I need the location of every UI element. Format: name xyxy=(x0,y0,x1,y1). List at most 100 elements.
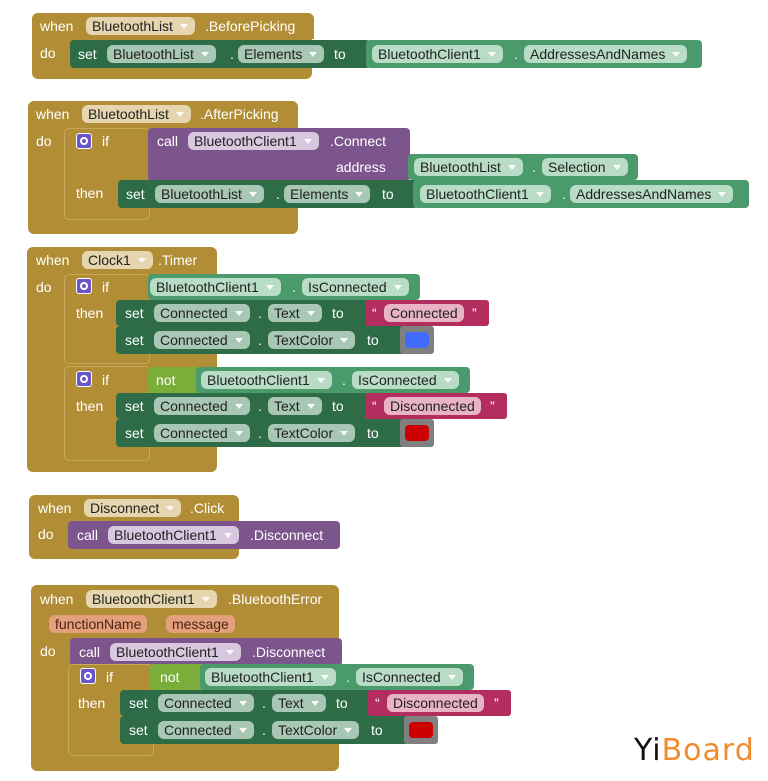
component-dropdown[interactable]: BluetoothClient1 xyxy=(110,643,241,661)
call-label: call xyxy=(77,527,99,543)
if-label: if xyxy=(102,133,109,149)
component-dropdown[interactable]: Clock1 xyxy=(82,251,153,269)
close-quote: ” xyxy=(494,695,499,711)
to-label: to xyxy=(336,695,348,711)
do-label: do xyxy=(40,643,56,659)
color-swatch-blue[interactable] xyxy=(405,332,429,348)
set-label: set xyxy=(126,186,145,202)
then-label: then xyxy=(76,305,104,321)
component-dropdown[interactable]: Connected xyxy=(154,424,250,442)
event-name: .AfterPicking xyxy=(200,106,279,122)
property-dropdown[interactable]: Selection xyxy=(542,158,628,176)
yiboard-logo: YiBoard xyxy=(634,733,755,768)
to-label: to xyxy=(334,46,346,62)
gear-icon[interactable] xyxy=(76,371,92,387)
close-quote: ” xyxy=(472,305,477,321)
property-dropdown[interactable]: TextColor xyxy=(268,424,356,442)
open-quote: “ xyxy=(375,695,380,711)
method-name: .Connect xyxy=(330,133,387,149)
component-dropdown[interactable]: BluetoothClient1 xyxy=(205,668,336,686)
do-label: do xyxy=(38,526,54,542)
property-dropdown[interactable]: IsConnected xyxy=(352,371,459,389)
set-label: set xyxy=(129,722,148,738)
component-dropdown[interactable]: BluetoothClient1 xyxy=(372,45,503,63)
component-dropdown[interactable]: BluetoothClient1 xyxy=(86,590,217,608)
component-dropdown[interactable]: Connected xyxy=(154,397,250,415)
when-label: when xyxy=(38,500,72,516)
property-dropdown[interactable]: Elements xyxy=(284,185,371,203)
do-label: do xyxy=(36,279,52,295)
gear-icon[interactable] xyxy=(76,278,92,294)
event-name: .BeforePicking xyxy=(205,18,296,34)
property-dropdown[interactable]: Text xyxy=(272,694,326,712)
property-dropdown[interactable]: IsConnected xyxy=(302,278,409,296)
method-name: .Disconnect xyxy=(252,644,326,660)
to-label: to xyxy=(332,305,344,321)
open-quote: “ xyxy=(372,305,377,321)
not-label: not xyxy=(156,372,176,388)
when-label: when xyxy=(36,252,70,268)
property-dropdown[interactable]: Text xyxy=(268,397,322,415)
color-swatch-red[interactable] xyxy=(409,722,433,738)
if-label: if xyxy=(106,669,113,685)
event-name: .Click xyxy=(190,500,225,516)
to-label: to xyxy=(382,186,394,202)
when-label: when xyxy=(36,106,70,122)
then-label: then xyxy=(76,185,104,201)
component-dropdown[interactable]: BluetoothClient1 xyxy=(188,132,319,150)
not-label: not xyxy=(160,669,180,685)
component-dropdown[interactable]: BluetoothClient1 xyxy=(201,371,332,389)
component-dropdown[interactable]: Connected xyxy=(154,304,250,322)
component-dropdown[interactable]: BluetoothClient1 xyxy=(420,185,551,203)
close-quote: ” xyxy=(490,398,495,414)
component-dropdown[interactable]: BluetoothList xyxy=(414,158,523,176)
set-label: set xyxy=(125,398,144,414)
set-label: set xyxy=(125,305,144,321)
property-dropdown[interactable]: IsConnected xyxy=(356,668,463,686)
param-functionname[interactable]: functionName xyxy=(49,615,148,633)
when-label: when xyxy=(40,18,74,34)
component-dropdown[interactable]: Connected xyxy=(154,331,250,349)
component-dropdown[interactable]: BluetoothList xyxy=(107,45,216,63)
event-name: .Timer xyxy=(158,252,198,268)
set-label: set xyxy=(125,425,144,441)
component-dropdown[interactable]: BluetoothList xyxy=(82,105,191,123)
component-dropdown[interactable]: BluetoothList xyxy=(86,17,195,35)
to-label: to xyxy=(367,332,379,348)
color-swatch-red[interactable] xyxy=(405,425,429,441)
logo-part-yi: Yi xyxy=(634,733,662,768)
property-dropdown[interactable]: TextColor xyxy=(268,331,356,349)
component-dropdown[interactable]: Disconnect xyxy=(84,499,182,517)
do-label: do xyxy=(40,45,56,61)
logo-part-board: Board xyxy=(661,733,755,768)
call-label: call xyxy=(157,133,179,149)
when-label: when xyxy=(40,591,74,607)
to-label: to xyxy=(371,722,383,738)
open-quote: “ xyxy=(372,398,377,414)
set-label: set xyxy=(78,46,97,62)
to-label: to xyxy=(332,398,344,414)
if-label: if xyxy=(102,372,109,388)
event-name: .BluetoothError xyxy=(228,591,323,607)
property-dropdown[interactable]: AddressesAndNames xyxy=(524,45,688,63)
param-message[interactable]: message xyxy=(166,615,235,633)
set-label: set xyxy=(129,695,148,711)
component-dropdown[interactable]: BluetoothClient1 xyxy=(108,526,239,544)
then-label: then xyxy=(76,398,104,414)
property-dropdown[interactable]: TextColor xyxy=(272,721,360,739)
to-label: to xyxy=(367,425,379,441)
property-dropdown[interactable]: Text xyxy=(268,304,322,322)
text-value[interactable]: Disconnected xyxy=(387,694,484,712)
call-label: call xyxy=(79,644,101,660)
gear-icon[interactable] xyxy=(76,133,92,149)
component-dropdown[interactable]: Connected xyxy=(158,721,254,739)
text-value[interactable]: Connected xyxy=(384,304,464,322)
gear-icon[interactable] xyxy=(80,668,96,684)
component-dropdown[interactable]: BluetoothClient1 xyxy=(150,278,281,296)
property-dropdown[interactable]: Elements xyxy=(238,45,325,63)
then-label: then xyxy=(78,695,106,711)
component-dropdown[interactable]: Connected xyxy=(158,694,254,712)
text-value[interactable]: Disconnected xyxy=(384,397,481,415)
component-dropdown[interactable]: BluetoothList xyxy=(155,185,264,203)
property-dropdown[interactable]: AddressesAndNames xyxy=(570,185,734,203)
